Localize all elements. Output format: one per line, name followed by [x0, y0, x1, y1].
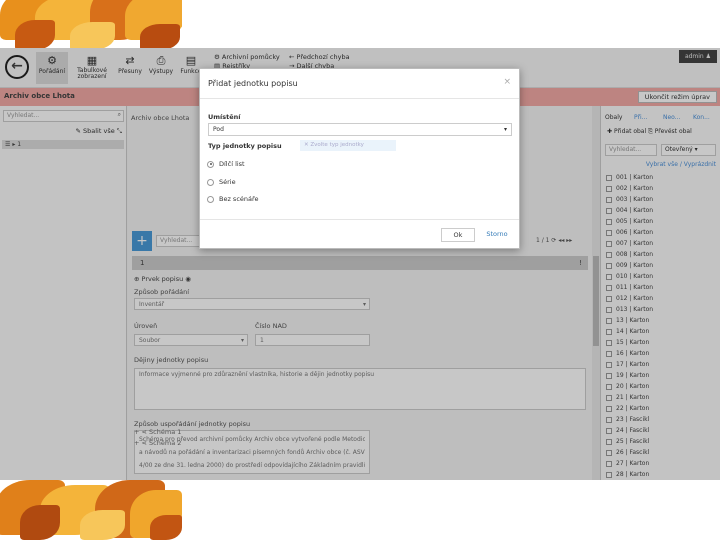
- leaves-decoration-top: [0, 0, 182, 48]
- close-icon[interactable]: ×: [503, 77, 511, 87]
- radio-button[interactable]: [207, 178, 214, 186]
- location-select[interactable]: Pod ▾: [208, 123, 512, 136]
- share-icon: ⋖: [141, 439, 147, 447]
- option-subsheet[interactable]: Dílčí list: [207, 160, 245, 168]
- option-series[interactable]: Série: [207, 178, 236, 186]
- schema-link-2[interactable]: + ⋖ Schéma 2: [134, 439, 181, 447]
- radio-button[interactable]: [207, 195, 214, 203]
- unit-type-label: Typ jednotky popisu: [208, 142, 282, 150]
- leaves-decoration-bottom: [0, 480, 182, 540]
- radio-button[interactable]: [207, 160, 214, 168]
- chevron-down-icon: ▾: [503, 126, 507, 133]
- add-unit-dialog: Přidat jednotku popisu × Umístění Pod ▾ T…: [199, 68, 520, 249]
- unit-type-hint: ✕ Zvolte typ jednotky: [300, 140, 396, 151]
- cancel-button[interactable]: Storno: [480, 228, 514, 242]
- dialog-title: Přidat jednotku popisu: [208, 79, 298, 88]
- option-no-scenario[interactable]: Bez scénáře: [207, 195, 259, 203]
- schema-link-1[interactable]: + ⋖ Schéma 1: [134, 428, 181, 436]
- location-label: Umístění: [208, 113, 241, 121]
- dialog-header: Přidat jednotku popisu ×: [200, 69, 519, 99]
- share-icon: ⋖: [141, 428, 147, 436]
- ok-button[interactable]: Ok: [441, 228, 475, 242]
- dialog-footer: Ok Storno: [200, 219, 519, 250]
